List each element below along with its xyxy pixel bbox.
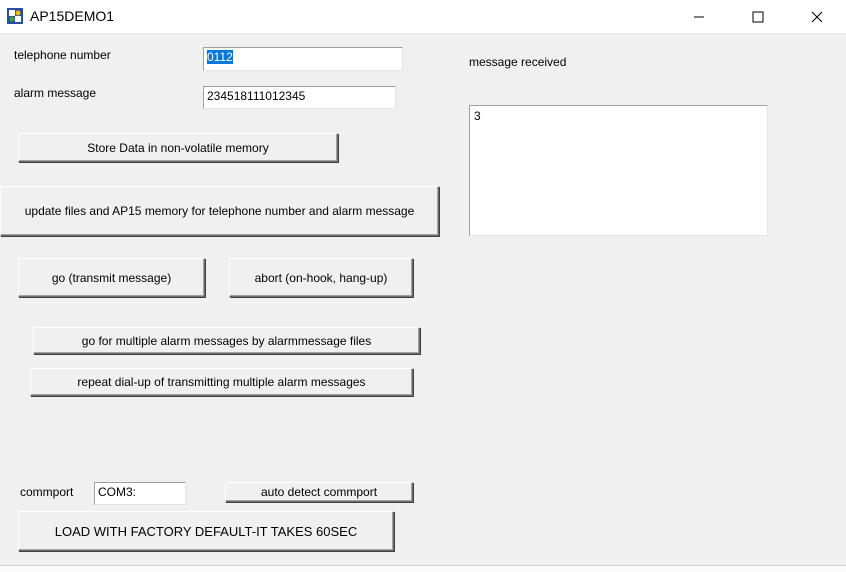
commport-input[interactable]: COM3: — [94, 482, 186, 505]
abort-button[interactable]: abort (on-hook, hang-up) — [229, 258, 413, 297]
close-icon — [811, 11, 823, 22]
telephone-value: 0112 — [207, 50, 233, 64]
go-transmit-button[interactable]: go (transmit message) — [18, 258, 205, 297]
app-icon — [6, 7, 24, 25]
auto-detect-commport-button[interactable]: auto detect commport — [225, 482, 413, 502]
close-button[interactable] — [794, 0, 840, 33]
store-data-button[interactable]: Store Data in non-volatile memory — [18, 133, 338, 162]
load-factory-default-button[interactable]: LOAD WITH FACTORY DEFAULT-IT TAKES 60SEC — [18, 511, 394, 551]
go-multiple-alarm-button[interactable]: go for multiple alarm messages by alarmm… — [33, 327, 420, 354]
minimize-button[interactable] — [676, 0, 722, 33]
message-received-box[interactable]: 3 — [469, 105, 768, 236]
window-title: AP15DEMO1 — [30, 8, 115, 24]
repeat-dialup-button[interactable]: repeat dial-up of transmitting multiple … — [30, 368, 413, 396]
maximize-icon — [752, 11, 764, 22]
telephone-input[interactable]: 0112 — [203, 47, 403, 71]
update-files-button[interactable]: update files and AP15 memory for telepho… — [0, 186, 439, 236]
alarm-message-input[interactable]: 234518111012345 — [203, 86, 396, 109]
message-received-label: message received — [469, 55, 567, 69]
minimize-icon — [694, 16, 704, 17]
alarm-message-label: alarm message — [14, 86, 97, 100]
maximize-button[interactable] — [735, 0, 781, 33]
title-bar[interactable]: AP15DEMO1 — [0, 0, 846, 34]
commport-label: commport — [20, 485, 74, 499]
telephone-label: telephone number — [14, 48, 111, 62]
